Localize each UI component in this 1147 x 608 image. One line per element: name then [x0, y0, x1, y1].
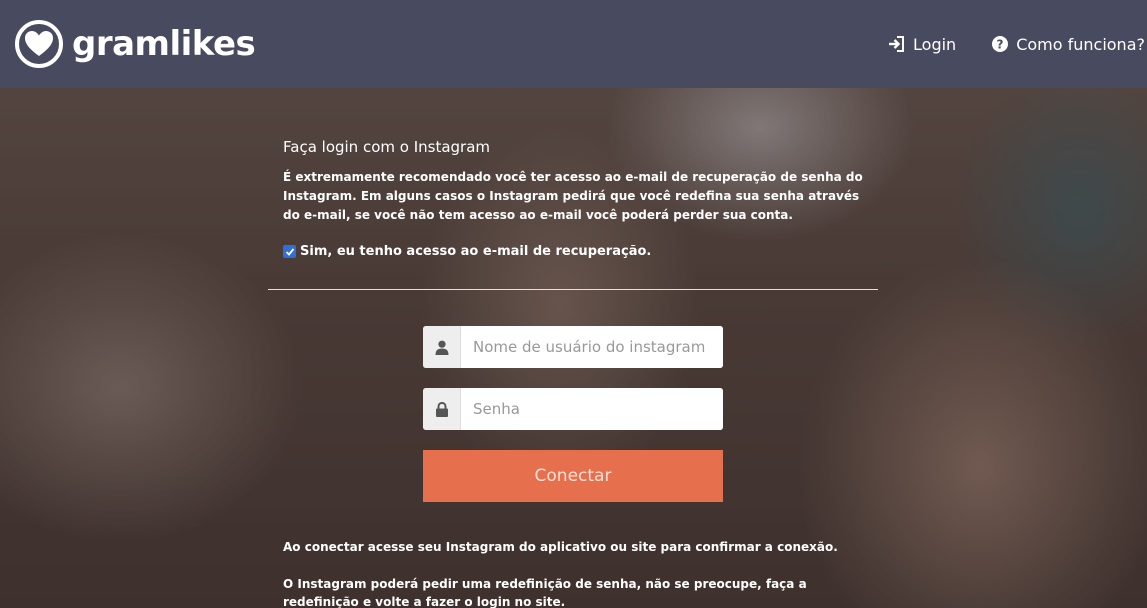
nav-how-it-works-link[interactable]: ? Como funciona? [992, 35, 1145, 54]
connect-button[interactable]: Conectar [423, 450, 723, 502]
heart-logo-icon [15, 20, 63, 68]
password-reset-note: O Instagram poderá pedir uma redefinição… [283, 577, 807, 608]
brand-name: gramlikes [72, 24, 256, 64]
username-field [423, 326, 723, 368]
nav-login-link[interactable]: Login [888, 35, 956, 54]
question-circle-icon: ? [992, 36, 1009, 52]
login-panel: Faça login com o Instagram É extremament… [268, 88, 878, 608]
brand[interactable]: gramlikes [14, 19, 256, 69]
recovery-email-checkbox-row[interactable]: Sim, eu tenho acesso ao e-mail de recupe… [283, 244, 651, 259]
nav-login-label: Login [913, 34, 957, 54]
top-navbar: gramlikes Login ? Como funciona? [0, 0, 1147, 88]
password-input[interactable] [461, 388, 723, 430]
password-field [423, 388, 723, 430]
recovery-email-checkbox-label: Sim, eu tenho acesso ao e-mail de recupe… [300, 244, 652, 259]
checkmark-icon [285, 247, 294, 256]
svg-text:?: ? [997, 38, 1004, 52]
divider [268, 289, 878, 290]
recovery-email-warning: É extremamente recomendado você ter aces… [283, 170, 863, 222]
username-input[interactable] [461, 326, 723, 368]
confirm-connection-note: Ao conectar acesse seu Instagram do apli… [283, 540, 838, 554]
recovery-email-checkbox[interactable] [283, 245, 296, 258]
sign-in-icon [889, 36, 905, 52]
nav-how-it-works-label: Como funciona? [1016, 34, 1145, 54]
login-title: Faça login com o Instagram [283, 138, 491, 156]
hero-background: Faça login com o Instagram É extremament… [0, 88, 1147, 608]
main-nav: Login ? Como funciona? [852, 0, 1147, 88]
lock-icon [423, 388, 461, 430]
user-icon [423, 326, 461, 368]
